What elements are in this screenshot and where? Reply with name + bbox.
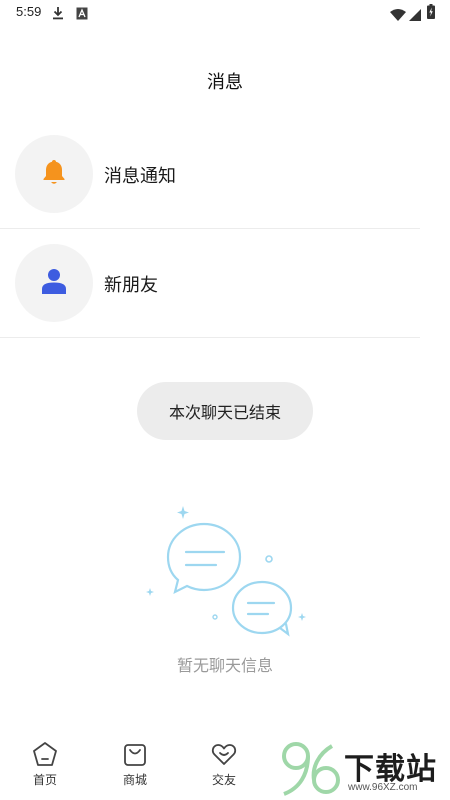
row-label: 消息通知 [104,166,176,187]
home-pentagon-icon [15,740,75,768]
bell-icon [40,158,68,190]
chat-bubbles-icon [140,500,310,640]
nav-label: 首页 [32,773,57,787]
battery-charging-icon [427,4,435,23]
nav-item-home[interactable]: 首页 [15,740,75,788]
download-icon [52,5,64,24]
notification-a-icon [76,5,88,24]
watermark-url: www.96XZ.com [348,782,418,793]
nav-item-friends[interactable]: 交友 [194,740,254,788]
user-icon [40,267,68,299]
nav-item-mall[interactable]: 商城 [105,740,165,788]
row-label: 新朋友 [104,275,158,296]
empty-state-text: 暂无聊天信息 [176,656,273,675]
avatar [15,135,93,213]
status-time: 5:59 [16,4,42,19]
divider [0,337,420,338]
page-title: 消息 [207,72,243,93]
wifi-icon [390,6,406,25]
watermark: 下载站 www.96XZ.com [278,738,450,798]
shopping-bag-icon [105,740,165,768]
cellular-signal-icon [409,6,421,25]
avatar [15,244,93,322]
heart-icon [194,740,254,768]
status-bar: 5:59 [0,0,450,24]
nav-label: 交友 [211,773,236,787]
message-row-new-friends[interactable]: 新朋友 [0,229,420,337]
toast-message: 本次聊天已结束 [137,382,313,440]
nav-label: 商城 [122,773,147,787]
message-row-notifications[interactable]: 消息通知 [0,120,420,228]
